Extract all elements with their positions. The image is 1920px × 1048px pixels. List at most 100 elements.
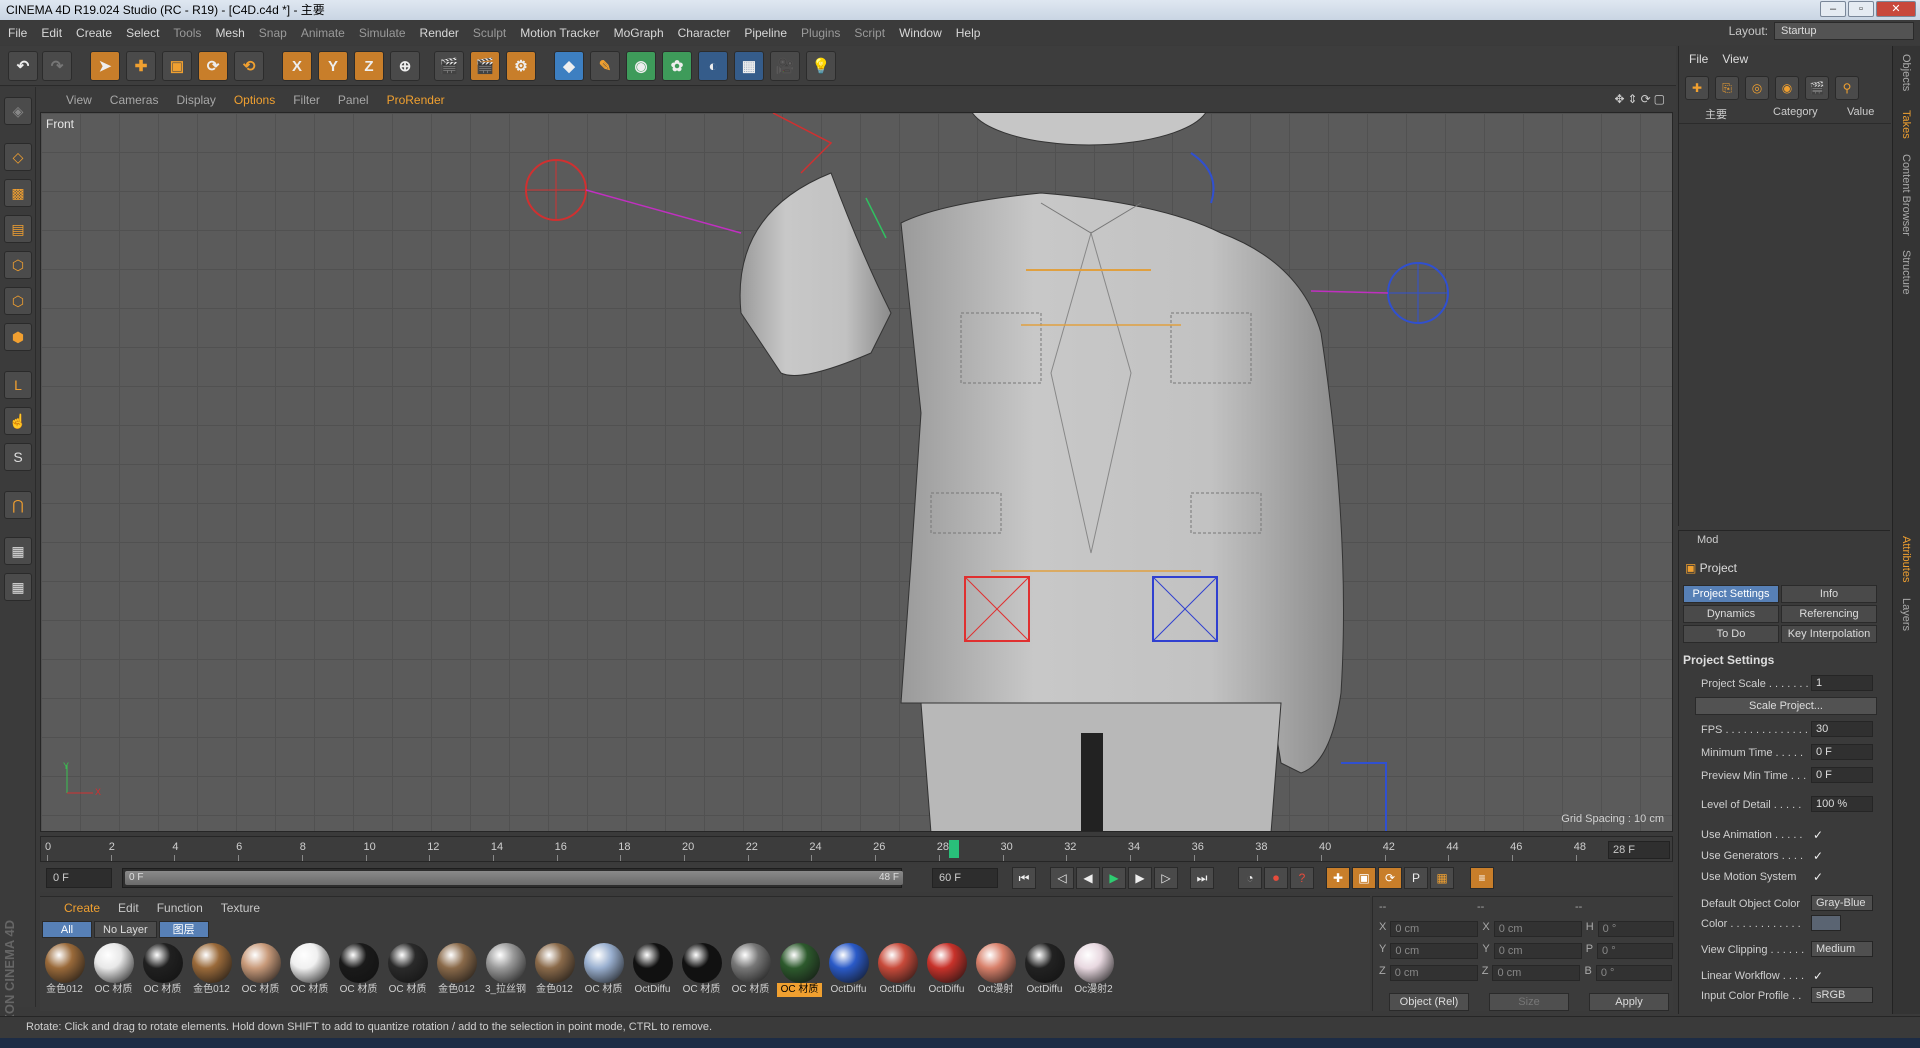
menu-tools[interactable]: Tools [173, 26, 201, 40]
coord-field[interactable]: 0 ° [1597, 921, 1674, 937]
use-motion-system-checkbox[interactable]: ✓ [1813, 868, 1823, 886]
planar-workplane-icon[interactable]: ▦ [4, 573, 32, 601]
material-tab-all[interactable]: All [42, 921, 92, 938]
coord-field[interactable]: 0 ° [1595, 965, 1672, 981]
material-tab-layer[interactable]: 图层 [158, 921, 209, 938]
color-swatch[interactable] [1811, 915, 1841, 931]
edges-mode-icon[interactable]: ⬡ [4, 287, 32, 315]
tab-referencing[interactable]: Referencing [1781, 605, 1877, 623]
menu-file[interactable]: File [8, 26, 27, 40]
attribute-mode-menu[interactable]: Mod [1697, 534, 1718, 546]
material-swatch[interactable]: OC 材质 [385, 943, 430, 997]
render-settings-icon[interactable]: ⚙ [506, 51, 536, 81]
material-swatch[interactable]: 金色012 [42, 943, 87, 997]
material-swatch[interactable]: OC 材质 [581, 943, 626, 997]
x-axis-lock-icon[interactable]: X [282, 51, 312, 81]
coord-field[interactable]: 0 cm [1390, 943, 1479, 959]
render-view-icon[interactable]: 🎬 [434, 51, 464, 81]
dock-tab-content-browser[interactable]: Content Browser [1900, 154, 1912, 236]
workplane-icon[interactable]: ▤ [4, 215, 32, 243]
menu-sculpt[interactable]: Sculpt [473, 26, 506, 40]
deformer-icon[interactable]: ◐ [698, 51, 728, 81]
position-key-icon[interactable]: ✚ [1326, 867, 1350, 889]
menu-plugins[interactable]: Plugins [801, 26, 840, 40]
minimum-time-field[interactable]: 0 F [1811, 744, 1873, 760]
dock-tab-structure[interactable]: Structure [1900, 250, 1912, 295]
take-clone-icon[interactable]: ⎘ [1715, 76, 1739, 100]
coord-field[interactable]: 0 cm [1493, 943, 1582, 959]
fps-field[interactable]: 30 [1811, 721, 1873, 737]
material-menu-edit[interactable]: Edit [118, 901, 139, 915]
coord-field[interactable]: 0 ° [1597, 943, 1674, 959]
go-to-start-icon[interactable]: ⏮ [1012, 867, 1036, 889]
record-keys-icon[interactable]: ◔ [1238, 867, 1262, 889]
material-swatch[interactable]: OctDiffu [826, 943, 871, 997]
viewport-menu-view[interactable]: View [66, 93, 92, 107]
material-swatch[interactable]: OC 材质 [336, 943, 381, 997]
material-swatch[interactable]: Oct漫射 [973, 943, 1018, 997]
end-frame-field[interactable]: 60 F [932, 868, 998, 888]
menu-edit[interactable]: Edit [41, 26, 62, 40]
preview-min-time-field[interactable]: 0 F [1811, 767, 1873, 783]
coord-mode-dropdown[interactable]: Object (Rel) [1389, 993, 1469, 1011]
level-of-detail-field[interactable]: 100 % [1811, 796, 1873, 812]
use-animation-checkbox[interactable]: ✓ [1813, 826, 1823, 844]
dock-tab-objects[interactable]: Objects [1900, 54, 1912, 91]
tab-info[interactable]: Info [1781, 585, 1877, 603]
menu-window[interactable]: Window [899, 26, 942, 40]
menu-character[interactable]: Character [678, 26, 731, 40]
material-menu-texture[interactable]: Texture [221, 901, 260, 915]
material-menu-create[interactable]: Create [64, 901, 100, 915]
keyframe-selection-icon[interactable]: ? [1290, 867, 1314, 889]
current-frame-field[interactable]: 28 F [1608, 841, 1670, 859]
make-editable-icon[interactable]: ◈ [4, 97, 32, 125]
linear-workflow-checkbox[interactable]: ✓ [1813, 967, 1823, 985]
axis-mode-icon[interactable]: L [4, 371, 32, 399]
next-key-icon[interactable]: ▷ [1154, 867, 1178, 889]
material-swatch[interactable]: 金色012 [189, 943, 234, 997]
project-scale-field[interactable]: 1 [1811, 675, 1873, 691]
rotate-tool-icon[interactable]: ⟳ [198, 51, 228, 81]
point-level-key-icon[interactable]: ▦ [1430, 867, 1454, 889]
maximize-button[interactable]: ▫ [1848, 1, 1874, 17]
material-swatch[interactable]: 金色012 [434, 943, 479, 997]
render-picture-viewer-icon[interactable]: 🎬 [470, 51, 500, 81]
points-mode-icon[interactable]: ⬡ [4, 251, 32, 279]
magnet-icon[interactable]: ⋂ [4, 491, 32, 519]
viewport-menu-prorender[interactable]: ProRender [387, 93, 445, 107]
lock-workplane-icon[interactable]: ▦ [4, 537, 32, 565]
dock-tab-takes[interactable]: Takes [1900, 110, 1912, 139]
view-clipping-dropdown[interactable]: Medium [1811, 941, 1873, 957]
material-swatch[interactable]: OC 材质 [728, 943, 773, 997]
snap-icon[interactable]: S [4, 443, 32, 471]
viewport-navigation-icons[interactable]: ✥⇕⟳▢ [1614, 92, 1668, 106]
menu-simulate[interactable]: Simulate [359, 26, 406, 40]
play-icon[interactable]: ▶ [1102, 867, 1126, 889]
menu-motion-tracker[interactable]: Motion Tracker [520, 26, 599, 40]
next-frame-icon[interactable]: ▶ [1128, 867, 1152, 889]
coordinate-system-icon[interactable]: ⊕ [390, 51, 420, 81]
subdivision-icon[interactable]: ◉ [626, 51, 656, 81]
menu-render[interactable]: Render [420, 26, 459, 40]
material-swatch[interactable]: OC 材质 [777, 943, 822, 997]
parameter-key-icon[interactable]: P [1404, 867, 1428, 889]
minimize-button[interactable]: – [1820, 1, 1846, 17]
take-override-icon[interactable]: ◎ [1745, 76, 1769, 100]
z-axis-lock-icon[interactable]: Z [354, 51, 384, 81]
coord-size-dropdown[interactable]: Size [1489, 993, 1569, 1011]
menu-create[interactable]: Create [76, 26, 112, 40]
menu-mesh[interactable]: Mesh [215, 26, 244, 40]
character-model[interactable] [41, 113, 1673, 832]
redo-icon[interactable]: ↷ [42, 51, 72, 81]
tweak-mode-icon[interactable]: ☝ [4, 407, 32, 435]
menu-mograph[interactable]: MoGraph [614, 26, 664, 40]
object-menu-file[interactable]: File [1689, 52, 1708, 66]
take-lock-icon[interactable]: ⚲ [1835, 76, 1859, 100]
dock-tab-layers[interactable]: Layers [1900, 598, 1912, 631]
floor-icon[interactable]: ▦ [734, 51, 764, 81]
take-main-label[interactable]: 主要 [1705, 106, 1727, 122]
pen-spline-icon[interactable]: ✎ [590, 51, 620, 81]
camera-icon[interactable]: 🎥 [770, 51, 800, 81]
material-menu-function[interactable]: Function [157, 901, 203, 915]
menu-script[interactable]: Script [854, 26, 885, 40]
